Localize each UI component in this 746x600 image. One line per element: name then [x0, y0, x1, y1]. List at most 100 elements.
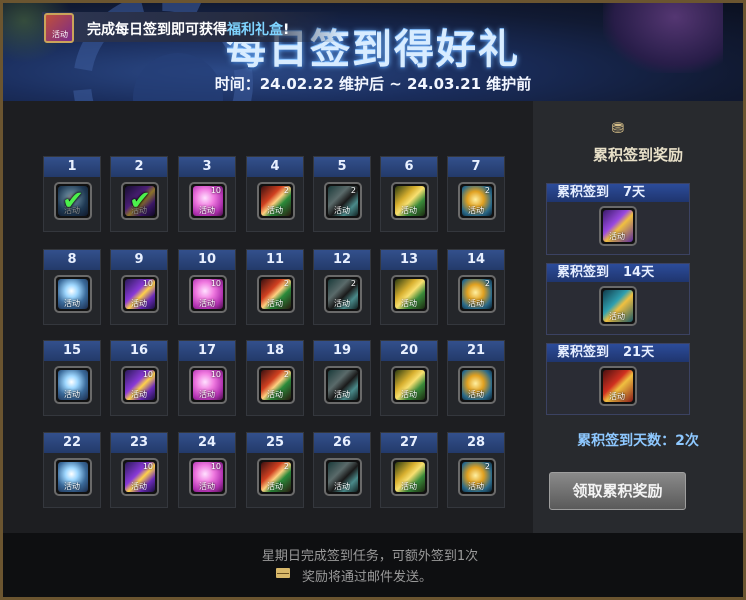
- reward-item-icon[interactable]: 10 活动: [121, 366, 159, 404]
- day-cell-24[interactable]: 24 10 活动: [178, 432, 236, 508]
- day-number: 17: [179, 341, 235, 361]
- event-time: 时间：24.02.22 维护后 ~ 24.03.21 维护前: [214, 75, 532, 93]
- day-cell-18[interactable]: 18 2 活动: [246, 340, 304, 416]
- reward-item-icon[interactable]: 活动: [324, 458, 362, 496]
- reward-item-icon[interactable]: 2 活动: [257, 458, 295, 496]
- reward-item-icon[interactable]: 2 活动: [324, 182, 362, 220]
- gift-purple-icon[interactable]: 活动: [599, 206, 637, 246]
- reward-item-icon[interactable]: 2 活动: [257, 366, 295, 404]
- pink-gem-icon: 10 活动: [193, 186, 223, 216]
- event-tag: 活动: [199, 482, 215, 491]
- day-cell-11[interactable]: 11 2 活动: [246, 249, 304, 325]
- gift-red-icon[interactable]: 活动: [599, 366, 637, 406]
- day-number: 13: [381, 250, 437, 270]
- event-tag: 活动: [267, 390, 283, 399]
- pink-gem-icon: 10 活动: [193, 370, 223, 400]
- reward-item-icon[interactable]: 活动: [54, 366, 92, 404]
- reward-item-icon[interactable]: 活动: [54, 275, 92, 313]
- reward-item-icon[interactable]: 10 活动: [121, 275, 159, 313]
- mail-note: 奖励将通过邮件发送。: [302, 570, 433, 585]
- day-cell-21[interactable]: 21 活动: [447, 340, 505, 416]
- day-number: 16: [111, 341, 167, 361]
- checkin-count: 累积签到天数：2次: [577, 433, 699, 449]
- day-cell-15[interactable]: 15 活动: [43, 340, 101, 416]
- sword-purple-icon: 10 活动: [125, 462, 155, 492]
- event-tag: 活动: [401, 299, 417, 308]
- reward-item-icon[interactable]: 活动: [54, 458, 92, 496]
- reward-item-icon[interactable]: 2 活动: [458, 458, 496, 496]
- day-cell-12[interactable]: 12 2 活动: [313, 249, 371, 325]
- event-tag: 活动: [64, 482, 80, 491]
- event-tag: 活动: [64, 390, 80, 399]
- red-scroll-icon: 2 活动: [261, 462, 291, 492]
- claim-reward-button[interactable]: 领取累积奖励: [549, 472, 686, 510]
- crystal-icon: 活动: [58, 370, 88, 400]
- cumulative-reward-label: 累积签到 14天: [547, 264, 689, 282]
- day-cell-1[interactable]: 1 活动 ✔: [43, 156, 101, 232]
- day-cell-20[interactable]: 20 活动: [380, 340, 438, 416]
- event-tag: 活动: [609, 392, 625, 401]
- day-cell-3[interactable]: 3 10 活动: [178, 156, 236, 232]
- reward-item-icon[interactable]: 活动: [391, 366, 429, 404]
- reward-item-icon[interactable]: 10 活动: [189, 182, 227, 220]
- item-count: 2: [350, 186, 356, 195]
- item-count: 2: [283, 186, 289, 195]
- reward-item-icon[interactable]: 2 活动: [458, 275, 496, 313]
- day-cell-4[interactable]: 4 2 活动: [246, 156, 304, 232]
- reward-item-icon[interactable]: 活动: [391, 275, 429, 313]
- day-cell-14[interactable]: 14 2 活动: [447, 249, 505, 325]
- gold-coin-icon: 2 活动: [462, 186, 492, 216]
- day-cell-10[interactable]: 10 10 活动: [178, 249, 236, 325]
- day-number: 14: [448, 250, 504, 270]
- day-cell-22[interactable]: 22 活动: [43, 432, 101, 508]
- day-cell-25[interactable]: 25 2 活动: [246, 432, 304, 508]
- day-number: 4: [247, 157, 303, 177]
- reward-item-icon[interactable]: 10 活动: [189, 275, 227, 313]
- sword-purple-icon: 10 活动: [125, 279, 155, 309]
- day-cell-2[interactable]: 2 活动 ✔: [110, 156, 168, 232]
- event-tag: 活动: [401, 482, 417, 491]
- event-tag: 活动: [468, 482, 484, 491]
- day-number: 18: [247, 341, 303, 361]
- reward-item-icon[interactable]: 10 活动: [121, 458, 159, 496]
- gift-teal-icon[interactable]: 活动: [599, 286, 637, 326]
- day-number: 8: [44, 250, 100, 270]
- reward-item-icon[interactable]: 10 活动: [189, 366, 227, 404]
- day-cell-17[interactable]: 17 10 活动: [178, 340, 236, 416]
- reward-item-icon[interactable]: 活动: [324, 366, 362, 404]
- event-tag: 活动: [131, 299, 147, 308]
- reward-item-icon[interactable]: 2 活动: [458, 182, 496, 220]
- pink-gem-icon: 10 活动: [193, 279, 223, 309]
- day-cell-6[interactable]: 6 活动: [380, 156, 438, 232]
- reward-item-icon[interactable]: 活动 ✔: [121, 182, 159, 220]
- day-cell-28[interactable]: 28 2 活动: [447, 432, 505, 508]
- day-cell-27[interactable]: 27 活动: [380, 432, 438, 508]
- day-number: 21: [448, 341, 504, 361]
- reward-item-icon[interactable]: 活动: [391, 182, 429, 220]
- day-number: 11: [247, 250, 303, 270]
- day-cell-7[interactable]: 7 2 活动: [447, 156, 505, 232]
- day-cell-5[interactable]: 5 2 活动: [313, 156, 371, 232]
- day-cell-19[interactable]: 19 活动: [313, 340, 371, 416]
- reward-item-icon[interactable]: 活动 ✔: [54, 182, 92, 220]
- reward-item-icon[interactable]: 2 活动: [324, 275, 362, 313]
- gold-ticket-icon: 活动: [395, 370, 425, 400]
- day-number: 7: [448, 157, 504, 177]
- day-number: 6: [381, 157, 437, 177]
- day-number: 3: [179, 157, 235, 177]
- event-tag: 活动: [334, 482, 350, 491]
- reward-item-icon[interactable]: 活动: [458, 366, 496, 404]
- reward-item-icon[interactable]: 活动: [391, 458, 429, 496]
- reward-item-icon[interactable]: 2 活动: [257, 182, 295, 220]
- dark-chest-icon: 活动: [328, 462, 358, 492]
- reward-item-icon[interactable]: 10 活动: [189, 458, 227, 496]
- day-cell-9[interactable]: 9 10 活动: [110, 249, 168, 325]
- reward-item-icon[interactable]: 2 活动: [257, 275, 295, 313]
- event-tag: 活动: [468, 299, 484, 308]
- day-cell-13[interactable]: 13 活动: [380, 249, 438, 325]
- day-cell-26[interactable]: 26 活动: [313, 432, 371, 508]
- day-cell-8[interactable]: 8 活动: [43, 249, 101, 325]
- event-tag: 活动: [468, 206, 484, 215]
- day-cell-16[interactable]: 16 10 活动: [110, 340, 168, 416]
- day-cell-23[interactable]: 23 10 活动: [110, 432, 168, 508]
